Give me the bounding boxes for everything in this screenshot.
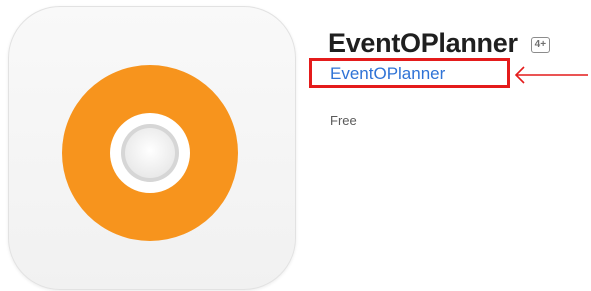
disc-logo-icon (62, 65, 238, 241)
center-hole-icon (125, 128, 175, 178)
title-row: EventOPlanner 4+ (328, 26, 551, 60)
developer-link[interactable]: EventOPlanner (330, 63, 445, 85)
left-arrow-icon (514, 66, 588, 84)
app-store-listing: EventOPlanner 4+ EventOPlanner Free (0, 0, 591, 291)
price-label: Free (330, 113, 357, 128)
app-icon[interactable] (8, 6, 296, 290)
age-rating-badge: 4+ (530, 36, 551, 53)
app-title: EventOPlanner (328, 28, 518, 58)
